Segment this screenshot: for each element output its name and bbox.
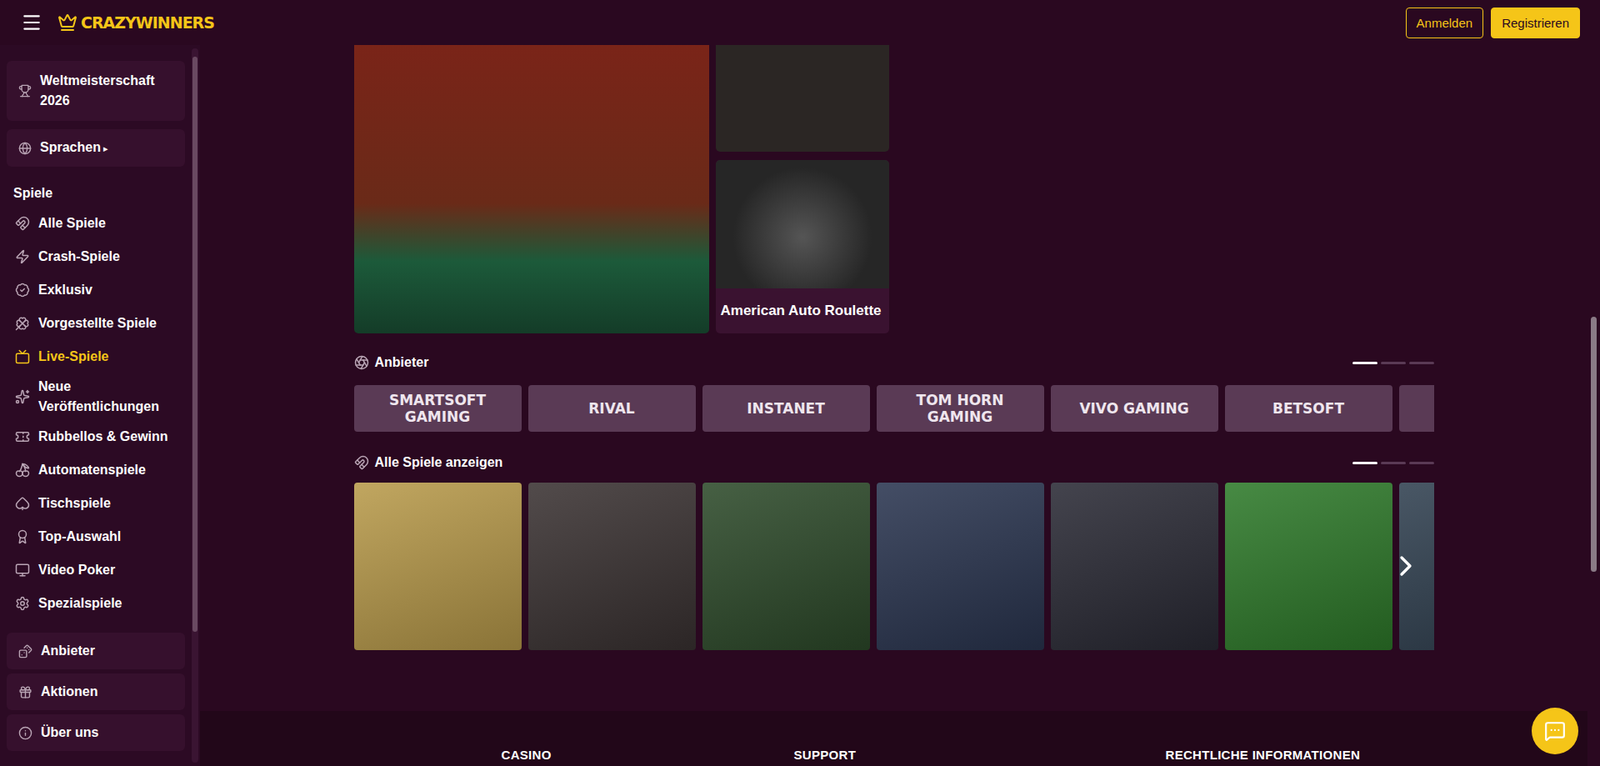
page-scrollbar[interactable]	[1587, 45, 1600, 766]
login-button[interactable]: Anmelden	[1405, 7, 1485, 39]
provider-list: SMARTSOFT GAMINGRIVALINSTANETTOM HORN GA…	[354, 385, 1435, 432]
provider-card[interactable]: RIVAL	[528, 385, 696, 432]
providers-icon	[354, 355, 370, 370]
footer-heading: CASINO	[501, 747, 795, 762]
category-icon	[15, 429, 30, 445]
category-icon	[15, 462, 30, 478]
chevron-right-icon	[1389, 549, 1423, 583]
sidebar-item[interactable]: Video Poker	[6, 553, 185, 587]
provider-card[interactable]: INSTANET	[702, 385, 870, 432]
section-label: Spiele	[6, 175, 185, 207]
chat-icon	[1544, 720, 1566, 742]
sidebar: Weltmeisterschaft 2026 Sprachen▸ SpieleAll…	[0, 45, 200, 766]
next-button[interactable]	[1389, 549, 1423, 583]
hamburger-icon	[20, 11, 43, 34]
sidebar-item[interactable]: Spezialspiele	[6, 586, 185, 620]
game-tile[interactable]	[528, 482, 696, 650]
provider-card[interactable]: SMARTSOFT GAMING	[354, 385, 522, 432]
game-tile[interactable]: American Auto Roulette	[715, 160, 890, 334]
category-icon	[15, 249, 30, 265]
logo-text: CRAZYWINNERS	[80, 13, 215, 32]
sidebar-item[interactable]: Automatenspiele	[6, 453, 185, 487]
game-tile[interactable]	[354, 45, 710, 334]
top-bar: CRAZYWINNERS AnmeldenRegistrieren	[0, 0, 1600, 45]
featured-games: American Auto Roulette	[354, 45, 1435, 334]
game-tile[interactable]	[354, 482, 522, 650]
section-header: Alle Spiele anzeigen	[354, 451, 1435, 474]
chat-button[interactable]	[1531, 707, 1579, 755]
sidebar-card[interactable]: Anbieter	[6, 632, 185, 670]
page: CRAZYWINNERS AnmeldenRegistrieren Weltmeis…	[0, 0, 1600, 766]
crown-icon	[57, 12, 78, 33]
menu-button[interactable]	[20, 11, 43, 34]
trophy-icon	[18, 84, 32, 98]
footer-heading: SUPPORT	[794, 747, 1166, 762]
game-tile[interactable]	[702, 482, 870, 650]
provider-card[interactable]: BETSOFT	[1225, 385, 1393, 432]
category-icon	[15, 529, 30, 545]
category-icon	[15, 595, 30, 611]
sidebar-item[interactable]: Vorgestellte Spiele	[6, 306, 185, 340]
footer-heading: RECHTLICHE INFORMATIONEN	[1165, 747, 1435, 762]
sidebar-scrollbar[interactable]	[191, 48, 199, 763]
provider-card[interactable]: TOM HORN GAMING	[876, 385, 1045, 432]
game-caption: American Auto Roulette	[715, 288, 890, 334]
sidebar-item[interactable]: Live-Spiele	[6, 340, 185, 374]
game-tile[interactable]	[1050, 482, 1219, 650]
main: American Auto Roulette Anbieter SMARTSOFT …	[200, 45, 1588, 766]
gift-icon	[18, 685, 33, 700]
pager[interactable]	[1352, 361, 1435, 365]
sidebar-item[interactable]: Rubbellos & Gewinn	[6, 420, 185, 454]
footer: CASINOSUPPORTRECHTLICHE INFORMATIONEN	[200, 710, 1588, 766]
category-icon	[15, 315, 30, 331]
provider-card[interactable]	[1399, 385, 1435, 432]
sidebar-item[interactable]: Crash-Spiele	[6, 240, 185, 274]
section-header: Anbieter	[354, 351, 1435, 374]
sidebar-item[interactable]: Alle Spiele	[6, 206, 185, 240]
sidebar-item[interactable]: Neue Veröffentlichungen	[6, 373, 185, 420]
category-icon	[15, 282, 30, 298]
game-tile[interactable]	[1225, 482, 1393, 650]
provider-card[interactable]: VIVO GAMING	[1050, 385, 1219, 432]
sidebar-card[interactable]: Aktionen	[6, 673, 185, 710]
sidebar-card[interactable]: Weltmeisterschaft 2026	[6, 60, 185, 121]
sidebar-item[interactable]: Exklusiv	[6, 273, 185, 307]
game-list	[354, 482, 1435, 650]
category-icon	[15, 389, 30, 405]
game-tile[interactable]	[715, 45, 890, 152]
dice-icon	[18, 644, 33, 659]
game-tile[interactable]	[876, 482, 1045, 650]
sidebar-card[interactable]: Sprachen▸	[6, 129, 185, 167]
category-icon	[15, 562, 30, 578]
sidebar-item[interactable]: Top-Auswahl	[6, 520, 185, 554]
logo[interactable]: CRAZYWINNERS	[57, 12, 215, 33]
info-icon	[18, 725, 33, 740]
globe-icon	[18, 141, 32, 155]
pager[interactable]	[1352, 461, 1435, 465]
sidebar-card[interactable]: Über uns	[6, 714, 185, 751]
sidebar-item[interactable]: Tischspiele	[6, 486, 185, 520]
category-icon	[15, 349, 30, 365]
category-icon	[15, 215, 30, 231]
category-icon	[15, 495, 30, 511]
register-button[interactable]: Registrieren	[1490, 7, 1580, 39]
horseshoe-icon	[354, 455, 370, 470]
